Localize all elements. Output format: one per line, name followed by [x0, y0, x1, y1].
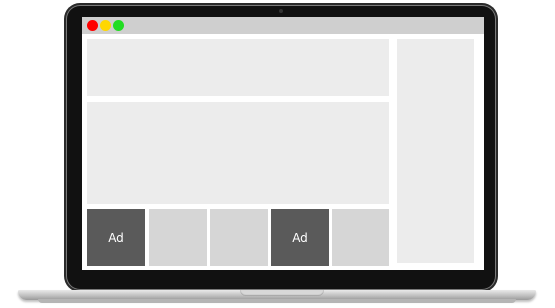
webcam: [279, 9, 283, 13]
tile-3[interactable]: [210, 209, 268, 266]
close-window-button[interactable]: [87, 20, 98, 31]
browser-titlebar: [82, 17, 484, 34]
sidebar-placeholder: [397, 39, 474, 263]
tile-1[interactable]: Ad: [87, 209, 145, 266]
tile-4[interactable]: Ad: [271, 209, 329, 266]
laptop-screen: Ad Ad: [82, 17, 484, 270]
laptop-illustration: Ad Ad: [0, 0, 555, 308]
header-banner-placeholder: [87, 39, 389, 96]
main-content-placeholder: [87, 102, 389, 204]
maximize-window-button[interactable]: [113, 20, 124, 31]
tile-5[interactable]: [332, 209, 389, 266]
laptop-base-foot: [38, 299, 516, 303]
tile-label: Ad: [292, 230, 308, 245]
tile-2[interactable]: [149, 209, 207, 266]
tile-label: Ad: [108, 230, 124, 245]
laptop-opening-notch: [240, 290, 324, 296]
minimize-window-button[interactable]: [100, 20, 111, 31]
